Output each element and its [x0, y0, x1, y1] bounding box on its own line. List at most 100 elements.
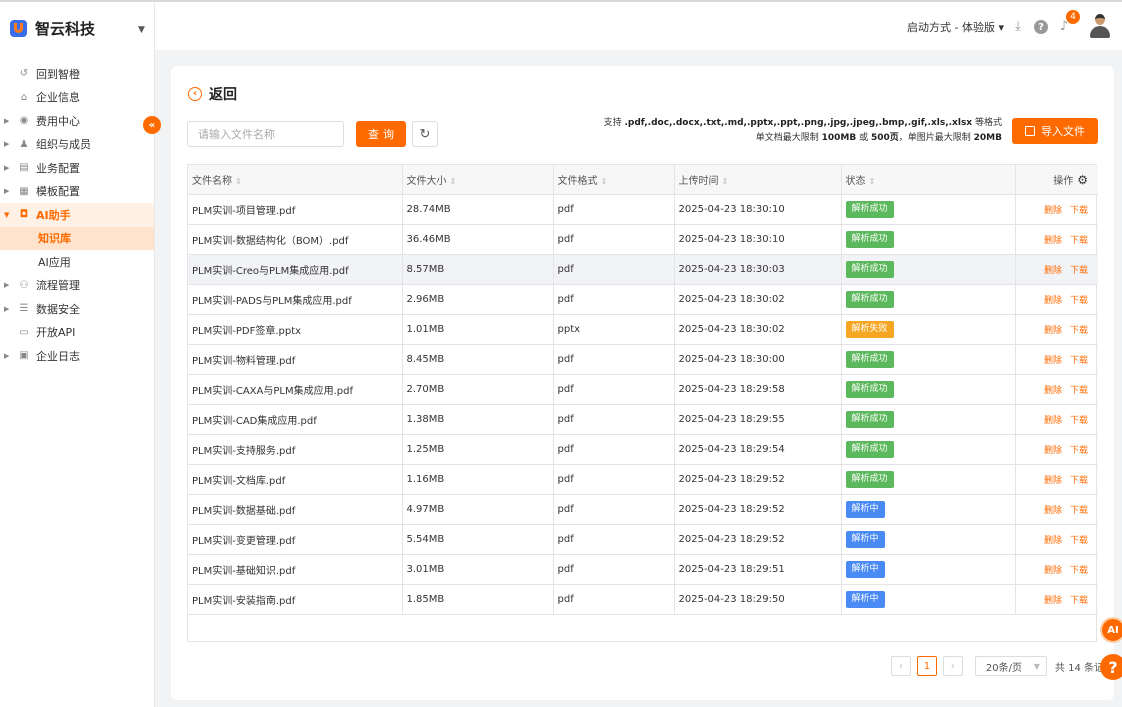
table-row[interactable]: PLM实训-数据基础.pdf 4.97MB pdf 2025-04-23 18:29:… — [188, 494, 1098, 525]
delete-link[interactable]: 删除 — [1044, 206, 1062, 216]
sidebar-item-open-api[interactable]: ▭ 开放API — [0, 321, 154, 345]
people-icon: ♟ — [19, 138, 29, 150]
brand-caret-icon[interactable]: ▼ — [138, 25, 145, 35]
actions-cell: 删除 下载 — [1015, 194, 1098, 225]
sidebar-item-ai-assistant[interactable]: ▼ ◘ AI助手 — [0, 203, 154, 227]
download-link[interactable]: 下载 — [1070, 566, 1088, 576]
sidebar-item-data-security[interactable]: ▶ ☰ 数据安全 — [0, 297, 154, 321]
file-format-cell: pdf — [553, 404, 675, 435]
table-row[interactable]: PLM实训-变更管理.pdf 5.54MB pdf 2025-04-23 18:29:… — [188, 524, 1098, 555]
table-row[interactable]: PLM实训-Creo与PLM集成应用.pdf 8.57MB pdf 2025-04-2… — [188, 254, 1098, 285]
delete-link[interactable]: 删除 — [1044, 536, 1062, 546]
download-link[interactable]: 下载 — [1070, 476, 1088, 486]
column-header-size[interactable]: 文件大小 ⇕ — [402, 165, 554, 195]
sidebar-item-flow[interactable]: ▶ ⚇ 流程管理 — [0, 274, 154, 298]
file-size-cell: 3.01MB — [402, 554, 554, 585]
actions-cell: 删除 下载 — [1015, 584, 1098, 615]
upload-time-cell: 2025-04-23 18:29:55 — [674, 404, 842, 435]
sidebar-item-company-log[interactable]: ▶ ▣ 企业日志 — [0, 344, 154, 368]
table-row[interactable]: PLM实训-PADS与PLM集成应用.pdf 2.96MB pdf 2025-04-2… — [188, 284, 1098, 315]
prev-page-button[interactable]: ‹ — [890, 656, 911, 676]
upload-time-cell: 2025-04-23 18:30:02 — [674, 284, 842, 315]
delete-link[interactable]: 删除 — [1044, 326, 1062, 336]
table-row[interactable]: PLM实训-CAXA与PLM集成应用.pdf 2.70MB pdf 2025-04-2… — [188, 374, 1098, 405]
download-link[interactable]: 下载 — [1070, 416, 1088, 426]
delete-link[interactable]: 删除 — [1044, 266, 1062, 276]
back-button[interactable]: ‹ 返回 — [188, 84, 237, 104]
sidebar-item-ai-app[interactable]: AI应用 — [0, 250, 154, 274]
download-link[interactable]: 下载 — [1070, 596, 1088, 606]
delete-link[interactable]: 删除 — [1044, 296, 1062, 306]
page-number-button[interactable]: 1 — [916, 656, 937, 676]
sort-icon[interactable]: ⇕ — [722, 177, 729, 186]
status-badge: 解析成功 — [845, 200, 894, 218]
file-format-cell: pdf — [553, 374, 675, 405]
table-row[interactable]: PLM实训-PDF签章.pptx 1.01MB pptx 2025-04-23 18:… — [188, 314, 1098, 345]
download-link[interactable]: 下载 — [1070, 266, 1088, 276]
refresh-button[interactable]: ↻ — [412, 121, 438, 147]
sort-icon[interactable]: ⇕ — [869, 177, 876, 186]
table-row[interactable]: PLM实训-项目管理.pdf 28.74MB pdf 2025-04-23 18:30… — [188, 194, 1098, 225]
column-header-name[interactable]: 文件名称 ⇕ — [188, 165, 403, 195]
download-link[interactable]: 下载 — [1070, 326, 1088, 336]
status-badge: 解析失败 — [845, 320, 894, 338]
brand[interactable]: 智云科技 — [0, 2, 154, 54]
column-header-status[interactable]: 状态 ⇕ — [841, 165, 1016, 195]
table-row[interactable]: PLM实训-支持服务.pdf 1.25MB pdf 2025-04-23 18:29:… — [188, 434, 1098, 465]
page-size-select[interactable]: 20条/页 ▼ — [974, 656, 1047, 676]
actions-cell: 删除 下载 — [1015, 314, 1098, 345]
table-row[interactable]: PLM实训-数据结构化（BOM）.pdf 36.46MB pdf 2025-04-23… — [188, 224, 1098, 255]
sidebar-item-org-members[interactable]: ▶ ♟ 组织与成员 — [0, 133, 154, 157]
file-format-cell: pdf — [553, 464, 675, 495]
launch-mode-dropdown[interactable]: 启动方式 - 体验版 ▾ — [907, 19, 1004, 35]
sort-icon[interactable]: ⇕ — [235, 177, 242, 186]
sidebar-item-billing[interactable]: ▶ ◉ 费用中心 — [0, 109, 154, 133]
sidebar-item-knowledge-base[interactable]: 知识库 — [0, 226, 154, 250]
billing-icon: ◉ — [19, 115, 29, 127]
download-link[interactable]: 下载 — [1070, 446, 1088, 456]
delete-link[interactable]: 删除 — [1044, 446, 1062, 456]
delete-link[interactable]: 删除 — [1044, 476, 1062, 486]
download-link[interactable]: 下载 — [1070, 506, 1088, 516]
delete-link[interactable]: 删除 — [1044, 506, 1062, 516]
table-row[interactable]: PLM实训-CAD集成应用.pdf 1.38MB pdf 2025-04-23 18:… — [188, 404, 1098, 435]
next-page-button[interactable]: › — [942, 656, 963, 676]
ai-assistant-float-button[interactable]: AI — [1100, 617, 1122, 643]
download-link[interactable]: 下载 — [1070, 206, 1088, 216]
column-header-format[interactable]: 文件格式 ⇕ — [553, 165, 675, 195]
download-link[interactable]: 下载 — [1070, 356, 1088, 366]
download-icon[interactable]: ⤓ — [1010, 18, 1026, 34]
sidebar-item-company-info[interactable]: ⌂ 企业信息 — [0, 86, 154, 110]
delete-link[interactable]: 删除 — [1044, 596, 1062, 606]
sidebar-item-business-config[interactable]: ▶ ▤ 业务配置 — [0, 156, 154, 180]
download-link[interactable]: 下载 — [1070, 536, 1088, 546]
gear-icon[interactable]: ⚙ — [1077, 173, 1088, 187]
file-name-search-input[interactable] — [187, 121, 344, 147]
table-row[interactable]: PLM实训-安装指南.pdf 1.85MB pdf 2025-04-23 18:29:… — [188, 584, 1098, 615]
download-link[interactable]: 下载 — [1070, 236, 1088, 246]
sidebar-item-back-to-zhicheng[interactable]: ↺ 回到智橙 — [0, 62, 154, 86]
import-file-button[interactable]: 导入文件 — [1012, 118, 1098, 144]
table-row[interactable]: PLM实训-文档库.pdf 1.16MB pdf 2025-04-23 18:29:5… — [188, 464, 1098, 495]
sidebar-item-template-config[interactable]: ▶ ▦ 模板配置 — [0, 180, 154, 204]
column-header-upload-time[interactable]: 上传时间 ⇕ — [674, 165, 842, 195]
status-badge: 解析中 — [845, 500, 885, 518]
sort-icon[interactable]: ⇕ — [450, 177, 457, 186]
delete-link[interactable]: 删除 — [1044, 566, 1062, 576]
delete-link[interactable]: 删除 — [1044, 416, 1062, 426]
delete-link[interactable]: 删除 — [1044, 236, 1062, 246]
help-icon[interactable]: ? — [1034, 20, 1048, 34]
log-icon: ▣ — [19, 350, 29, 362]
table-row[interactable]: PLM实训-基础知识.pdf 3.01MB pdf 2025-04-23 18:29:… — [188, 554, 1098, 585]
delete-link[interactable]: 删除 — [1044, 356, 1062, 366]
download-link[interactable]: 下载 — [1070, 386, 1088, 396]
avatar[interactable] — [1088, 14, 1112, 40]
query-button[interactable]: 查询 — [356, 121, 406, 147]
file-name-cell: PLM实训-支持服务.pdf — [188, 434, 403, 465]
help-float-button[interactable]: ? — [1100, 654, 1122, 680]
table-row[interactable]: PLM实训-物料管理.pdf 8.45MB pdf 2025-04-23 18:30:… — [188, 344, 1098, 375]
download-link[interactable]: 下载 — [1070, 296, 1088, 306]
sort-icon[interactable]: ⇕ — [601, 177, 608, 186]
delete-link[interactable]: 删除 — [1044, 386, 1062, 396]
sidebar-collapse-button[interactable]: « — [143, 116, 161, 134]
